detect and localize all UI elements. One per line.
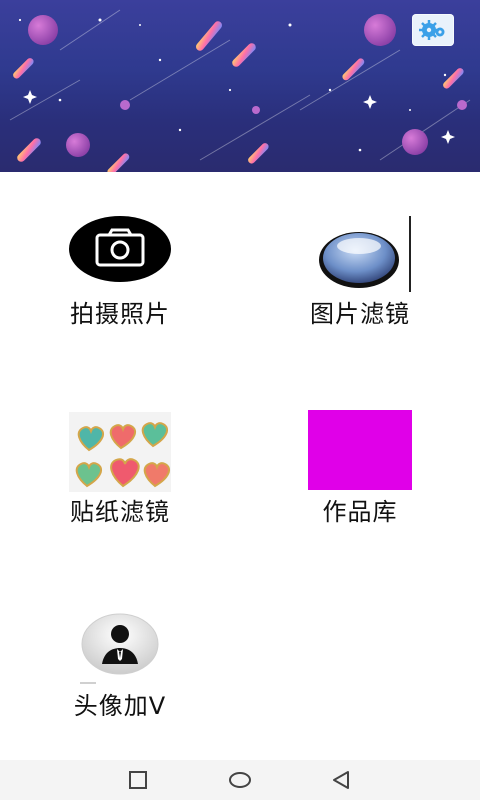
circle-icon — [229, 772, 251, 788]
avatar-divider — [80, 682, 96, 684]
avatar-v-tile[interactable]: 头像加V — [40, 608, 200, 720]
recent-apps-button[interactable] — [124, 768, 152, 792]
magenta-square-icon — [308, 410, 412, 490]
gallery-tile[interactable]: 作品库 — [280, 408, 440, 528]
glass-lens-icon — [319, 232, 399, 288]
hearts-sticker-icon — [69, 412, 171, 492]
starry-sky-illustration — [9, 9, 471, 172]
triangle-back-icon — [333, 771, 349, 789]
header-banner — [0, 0, 480, 172]
home-button[interactable] — [226, 768, 254, 792]
photo-filter-tile[interactable]: 图片滤镜 — [280, 210, 440, 330]
sticker-filter-tile[interactable]: 贴纸滤镜 — [40, 408, 200, 528]
sticker-filter-label: 贴纸滤镜 — [70, 498, 170, 526]
system-nav-bar — [0, 760, 480, 800]
take-photo-label: 拍摄照片 — [70, 300, 170, 328]
avatar-v-label: 头像加V — [73, 692, 167, 720]
gallery-label: 作品库 — [322, 498, 398, 526]
photo-filter-label: 图片滤镜 — [310, 300, 410, 328]
camera-icon — [69, 216, 171, 282]
settings-button[interactable] — [412, 14, 454, 46]
gear-icon — [419, 20, 445, 40]
back-button[interactable] — [328, 768, 356, 792]
square-icon — [129, 771, 147, 789]
person-suit-icon — [81, 613, 159, 675]
filter-icon-frame — [309, 216, 411, 292]
take-photo-tile[interactable]: 拍摄照片 — [40, 210, 200, 330]
